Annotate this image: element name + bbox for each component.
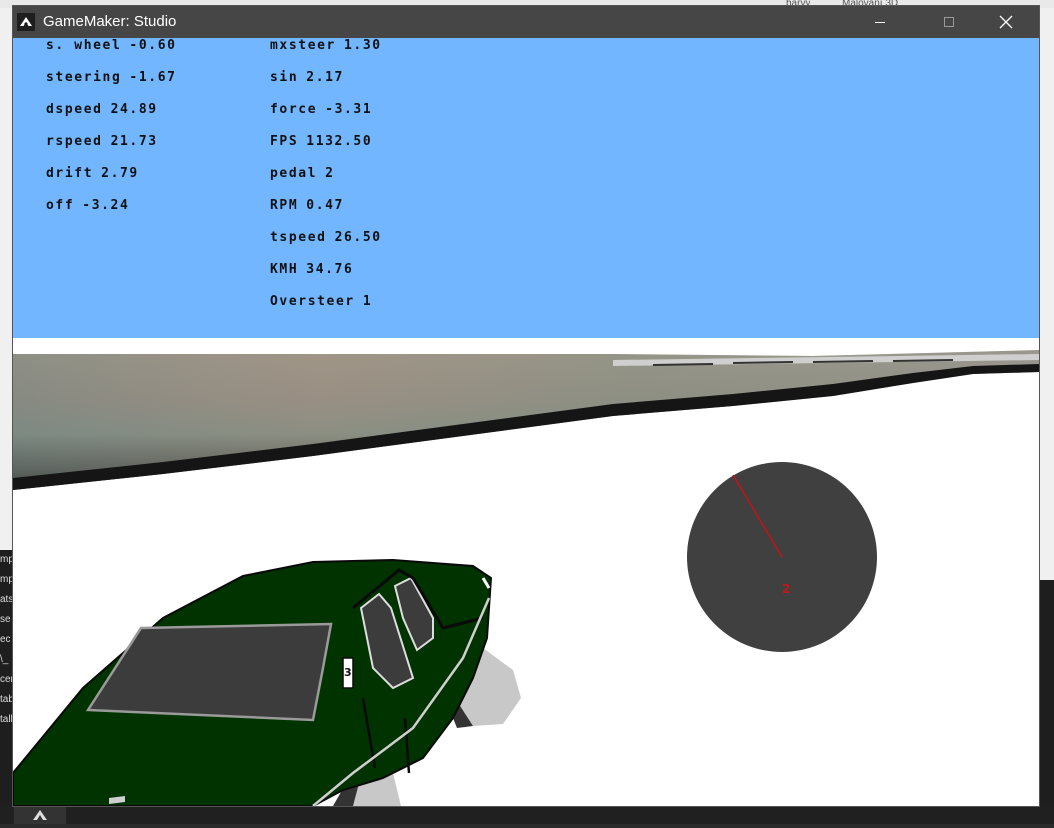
console-fragment: se: [0, 614, 11, 625]
tachometer-icon: [687, 462, 877, 652]
console-fragment: cen: [0, 674, 14, 685]
title-bar[interactable]: GameMaker: Studio: [13, 6, 1039, 38]
game-window: GameMaker: Studio s. wheel -0.60 steerin…: [13, 6, 1039, 806]
console-fragment: ats: [0, 594, 14, 605]
hud-line: steering -1.67: [46, 70, 177, 85]
hud-line: drift 2.79: [46, 166, 139, 181]
taskbar-gamemaker-icon[interactable]: [14, 806, 66, 824]
console-fragment: mp: [0, 574, 14, 585]
console-fragment: mp: [0, 554, 14, 565]
hud-line: pedal 2: [270, 166, 335, 181]
hud-line: rspeed 21.73: [46, 134, 158, 149]
hud-line: RPM 0.47: [270, 198, 344, 213]
hud-line: tspeed 26.50: [270, 230, 382, 245]
console-fragment: \_: [0, 654, 9, 665]
hud-line: force -3.31: [270, 102, 373, 117]
hud-right-column: mxsteer 1.30 sin 2.17 force -3.31 FPS 1132.5…: [270, 38, 382, 326]
minimize-button[interactable]: [857, 6, 903, 38]
hud-line: FPS 1132.50: [270, 134, 373, 149]
close-button[interactable]: [983, 6, 1029, 38]
minimize-icon: [875, 22, 885, 23]
window-title: GameMaker: Studio: [43, 13, 177, 30]
gamemaker-icon[interactable]: [17, 13, 35, 31]
taskbar: [0, 806, 1054, 824]
hud-line: mxsteer 1.30: [270, 38, 382, 53]
console-fragment: ec: [0, 634, 11, 645]
hud-line: dspeed 24.89: [46, 102, 158, 117]
hud-line: sin 2.17: [270, 70, 344, 85]
background-panel: [1039, 580, 1054, 824]
console-fragment: tall: [0, 714, 13, 725]
game-canvas[interactable]: s. wheel -0.60 steering -1.67 dspeed 24.89 …: [13, 38, 1039, 806]
hud-line: off -3.24: [46, 198, 130, 213]
maximize-icon: [944, 17, 954, 27]
hud-line: Oversteer 1: [270, 294, 373, 309]
license-plate-text: 3: [344, 666, 352, 679]
console-fragment: tab: [0, 694, 14, 705]
close-icon: [999, 15, 1013, 29]
hud-line: KMH 34.76: [270, 262, 354, 277]
gear-indicator: 2: [782, 582, 791, 596]
hud-left-column: s. wheel -0.60 steering -1.67 dspeed 24.89 …: [46, 38, 177, 230]
background-console: mp mp ats se ec \_ cen tab tall: [0, 550, 14, 824]
hud-line: s. wheel -0.60: [46, 38, 177, 53]
maximize-button[interactable]: [926, 6, 972, 38]
